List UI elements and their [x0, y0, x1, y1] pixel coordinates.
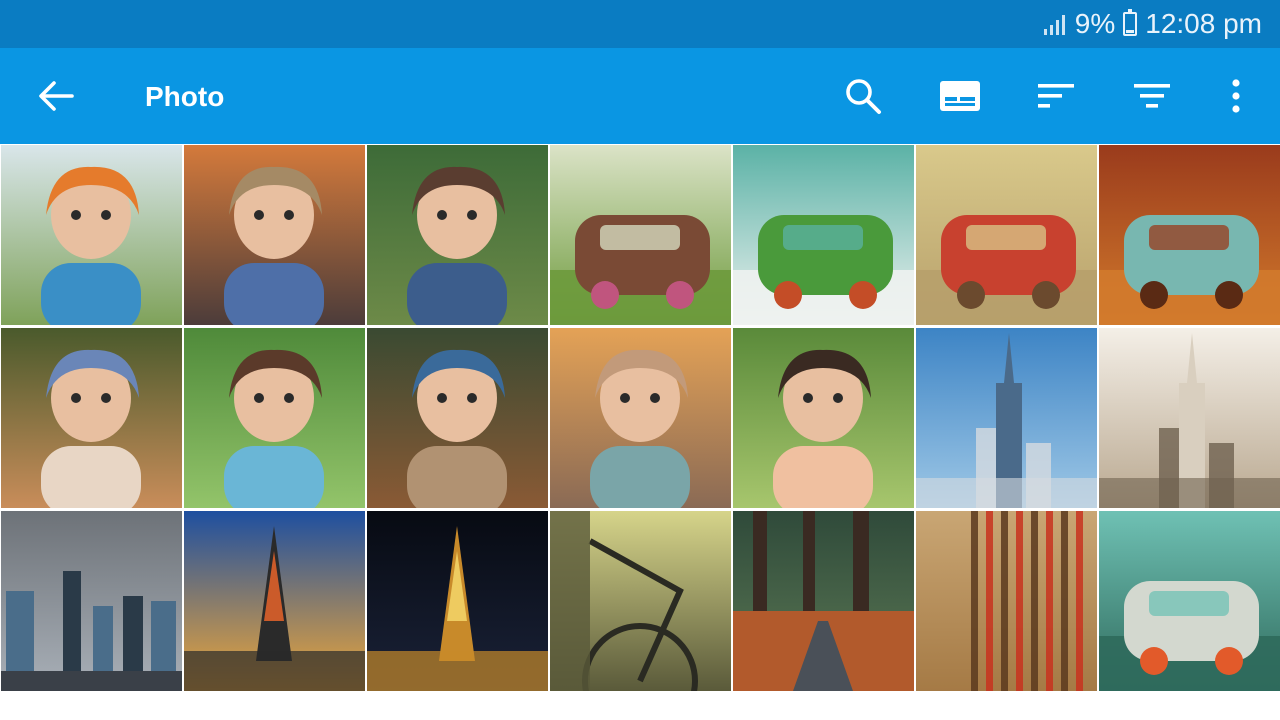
photo-image [184, 145, 365, 325]
photo-image [1, 328, 182, 508]
photo-image [1, 511, 182, 691]
more-options-button[interactable] [1212, 72, 1260, 120]
status-time: 12:08 pm [1145, 8, 1262, 39]
photo-thumbnail[interactable] [916, 145, 1097, 325]
slideshow-icon [940, 81, 980, 111]
filter-button[interactable] [1128, 72, 1176, 120]
photo-thumbnail[interactable] [184, 328, 365, 508]
photo-image [1099, 328, 1280, 508]
sort-button[interactable] [1032, 72, 1080, 120]
more-vert-icon [1232, 79, 1240, 113]
photo-image [916, 328, 1097, 508]
photo-image [184, 328, 365, 508]
photo-thumbnail[interactable] [916, 511, 1097, 691]
photo-image [550, 328, 731, 508]
photo-image [916, 145, 1097, 325]
photo-image [367, 328, 548, 508]
photo-thumbnail[interactable] [1, 511, 182, 691]
photo-thumbnail[interactable] [1099, 328, 1280, 508]
signal-icon [1043, 13, 1065, 35]
photo-thumbnail[interactable] [550, 328, 731, 508]
status-bar: 9% 12:08 pm [0, 0, 1280, 48]
photo-thumbnail[interactable] [1, 328, 182, 508]
battery-icon [1123, 9, 1138, 36]
photo-thumbnail[interactable] [184, 511, 365, 691]
photo-thumbnail[interactable] [550, 145, 731, 325]
photo-image [550, 511, 731, 691]
photo-image [1099, 145, 1280, 325]
photo-image [733, 328, 914, 508]
photo-image [1099, 511, 1280, 691]
photo-thumbnail[interactable] [1099, 511, 1280, 691]
photo-thumbnail[interactable] [367, 145, 548, 325]
photo-thumbnail[interactable] [367, 328, 548, 508]
sort-icon [1038, 84, 1074, 108]
photo-thumbnail[interactable] [733, 511, 914, 691]
photo-image [1, 145, 182, 325]
photo-thumbnail[interactable] [1099, 145, 1280, 325]
search-button[interactable] [839, 72, 887, 120]
photo-image [184, 511, 365, 691]
back-button[interactable] [36, 78, 76, 114]
search-icon [846, 79, 881, 114]
arrow-back-icon [39, 81, 74, 111]
photo-image [550, 145, 731, 325]
photo-thumbnail[interactable] [367, 511, 548, 691]
photo-image [367, 511, 548, 691]
photo-thumbnail[interactable] [733, 145, 914, 325]
photo-thumbnail[interactable] [733, 328, 914, 508]
page-title: Photo [145, 81, 225, 112]
battery-percent: 9% [1074, 8, 1116, 39]
slideshow-button[interactable] [936, 72, 984, 120]
photo-thumbnail[interactable] [184, 145, 365, 325]
photo-image [733, 145, 914, 325]
app-bar: Photo [0, 48, 1280, 144]
filter-icon [1134, 84, 1170, 108]
photo-image [733, 511, 914, 691]
photo-thumbnail[interactable] [916, 328, 1097, 508]
photo-image [916, 511, 1097, 691]
photo-thumbnail[interactable] [1, 145, 182, 325]
photo-thumbnail[interactable] [550, 511, 731, 691]
photo-image [367, 145, 548, 325]
